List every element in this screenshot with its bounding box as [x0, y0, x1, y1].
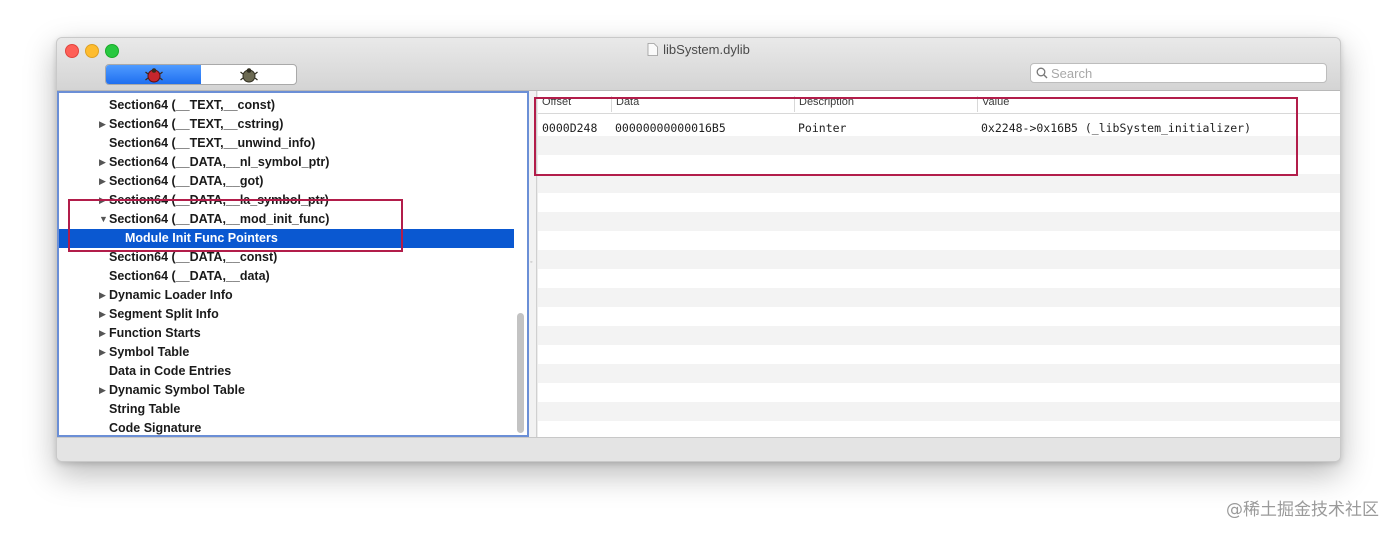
table-stripe — [538, 364, 1340, 383]
disclosure-collapsed-icon[interactable]: ▶ — [99, 172, 106, 191]
bug-icon — [239, 67, 258, 82]
annotation-box-tree — [68, 199, 403, 252]
divider-grip-icon: ◦ — [530, 259, 533, 266]
document-icon — [647, 43, 659, 56]
table-stripe — [538, 421, 1340, 437]
disclosure-collapsed-icon[interactable]: ▶ — [99, 324, 106, 343]
search-placeholder: Search — [1051, 66, 1093, 81]
disclosure-collapsed-icon[interactable]: ▶ — [99, 286, 106, 305]
tree-item-label: Symbol Table — [109, 345, 190, 359]
table-stripe — [538, 269, 1340, 288]
table-stripe — [538, 326, 1340, 345]
table-stripe — [538, 231, 1340, 250]
disclosure-collapsed-icon[interactable]: ▶ — [99, 115, 106, 134]
tree-item-label: Dynamic Loader Info — [109, 288, 233, 302]
table-stripe — [538, 174, 1340, 193]
tree-item-label: Code Signature — [109, 421, 202, 435]
search-icon — [1036, 67, 1048, 79]
title-bar: libSystem.dylib Search — [57, 38, 1340, 91]
disclosure-collapsed-icon[interactable]: ▶ — [99, 343, 106, 362]
segment-raw-view[interactable] — [106, 65, 201, 84]
tree-item-label: Section64 (__TEXT,__cstring) — [109, 117, 284, 131]
vertical-scrollbar-thumb[interactable] — [517, 313, 524, 433]
disclosure-collapsed-icon[interactable]: ▶ — [99, 153, 106, 172]
segment-rva-view[interactable] — [201, 65, 296, 84]
table-stripe — [538, 307, 1340, 326]
table-stripe — [538, 288, 1340, 307]
tree-item-label: Data in Code Entries — [109, 364, 232, 378]
tree-item-label: Section64 (__TEXT,__const) — [109, 98, 276, 112]
table-stripe — [538, 345, 1340, 364]
disclosure-collapsed-icon[interactable]: ▶ — [99, 381, 106, 400]
tree-item-label: Dynamic Symbol Table — [109, 383, 245, 397]
table-stripe — [538, 212, 1340, 231]
window-bottom-bar — [57, 437, 1340, 461]
table-stripe — [538, 250, 1340, 269]
disclosure-collapsed-icon[interactable]: ▶ — [99, 305, 106, 324]
tree-item-label: Section64 (__DATA,__got) — [109, 174, 264, 188]
table-stripe — [538, 193, 1340, 212]
tree-item-label: String Table — [109, 402, 181, 416]
window-title-text: libSystem.dylib — [663, 42, 750, 57]
view-mode-segmented-control[interactable] — [105, 64, 297, 85]
watermark: @稀土掘金技术社区 — [1226, 500, 1379, 520]
tree-item-label: Section64 (__TEXT,__unwind_info) — [109, 136, 316, 150]
table-stripe — [538, 402, 1340, 421]
window-title: libSystem.dylib — [57, 42, 1340, 57]
tree-item-label: Section64 (__DATA,__data) — [109, 269, 270, 283]
annotation-box-table — [534, 97, 1298, 176]
tree-item-label: Function Starts — [109, 326, 201, 340]
tree-item-label: Section64 (__DATA,__nl_symbol_ptr) — [109, 155, 330, 169]
bug-icon — [144, 67, 163, 82]
tree-item-label: Segment Split Info — [109, 307, 219, 321]
table-stripe — [538, 383, 1340, 402]
search-field[interactable]: Search — [1030, 63, 1327, 83]
outline-tree[interactable]: Section64 (__TEXT,__const) ▶ Section64 (__… — [57, 91, 529, 437]
